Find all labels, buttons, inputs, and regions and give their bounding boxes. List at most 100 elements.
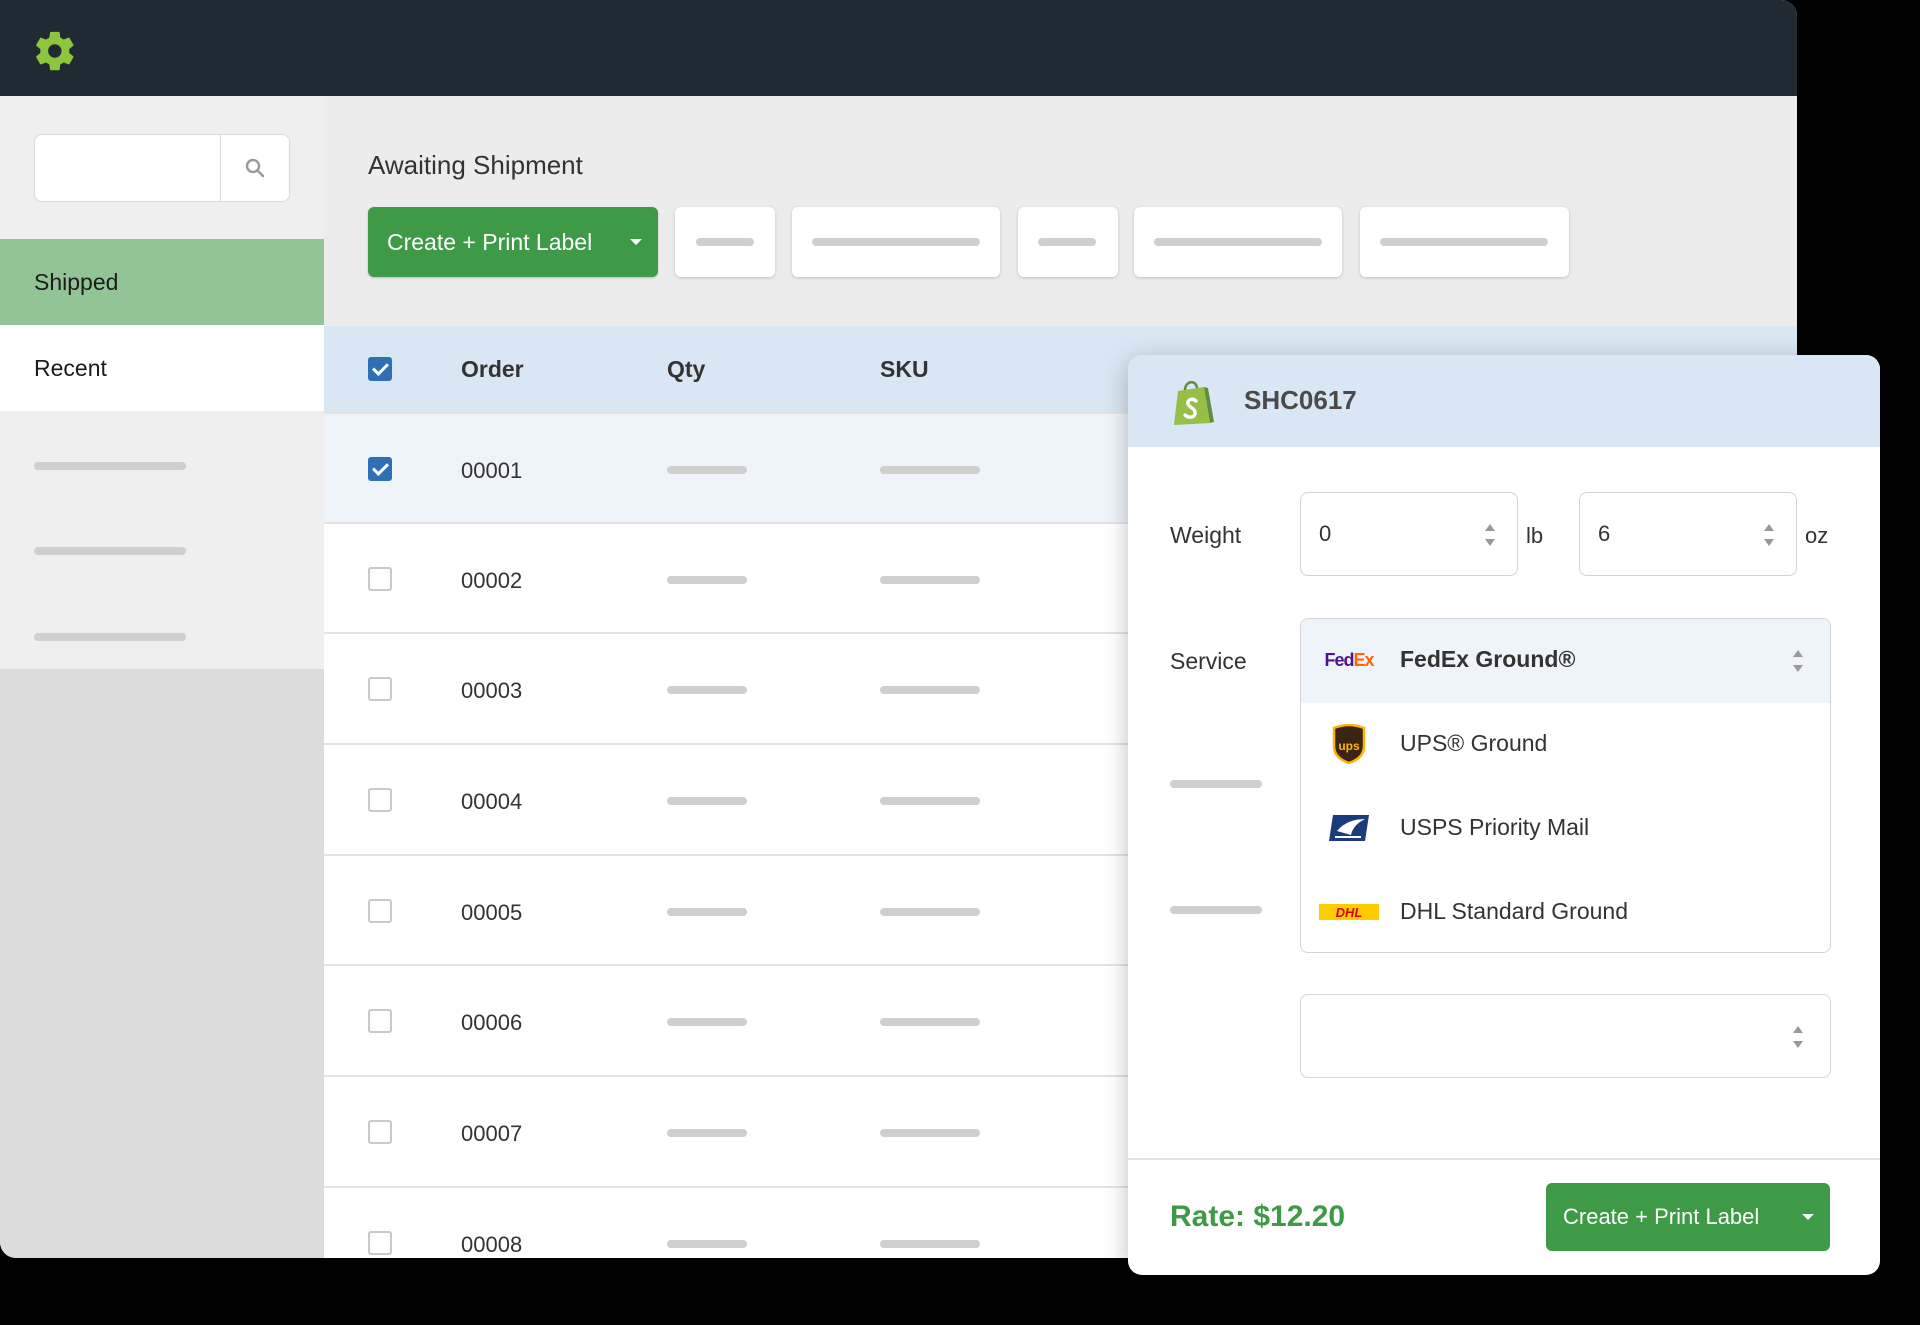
field-label-placeholder bbox=[1170, 780, 1262, 788]
qty-placeholder bbox=[667, 576, 747, 584]
search-input[interactable] bbox=[34, 134, 290, 202]
qty-placeholder bbox=[667, 686, 747, 694]
toolbar-button-placeholder bbox=[696, 238, 754, 246]
weight-lb-unit: lb bbox=[1526, 523, 1544, 548]
qty-placeholder bbox=[667, 908, 747, 916]
panel-header: SHC0617 bbox=[1128, 355, 1880, 447]
usps-logo bbox=[1319, 807, 1379, 849]
sku-placeholder bbox=[880, 466, 980, 474]
qty-placeholder bbox=[667, 466, 747, 474]
sku-placeholder bbox=[880, 1129, 980, 1137]
sku-placeholder bbox=[880, 908, 980, 916]
sku-placeholder bbox=[880, 797, 980, 805]
service-option-label: DHL Standard Ground bbox=[1400, 898, 1629, 924]
toolbar-button-placeholder bbox=[812, 238, 980, 246]
create-print-label-text: Create + Print Label bbox=[387, 228, 593, 255]
toolbar-button[interactable] bbox=[1018, 207, 1118, 277]
chevron-down-icon[interactable] bbox=[630, 239, 642, 245]
weight-oz-input[interactable]: 6 bbox=[1579, 492, 1797, 576]
shipment-panel: SHC0617 Weight 0 lb 6 oz Service FedEx F… bbox=[1128, 355, 1880, 1275]
sidebar-item-shipped[interactable]: Shipped bbox=[0, 239, 324, 325]
sidebar-item-label: Recent bbox=[34, 354, 107, 381]
toolbar-button-placeholder bbox=[1038, 238, 1096, 246]
select-all-checkbox[interactable] bbox=[368, 357, 392, 381]
order-number: 00004 bbox=[461, 789, 523, 814]
sidebar-item-label: Shipped bbox=[34, 268, 119, 295]
order-number: 00008 bbox=[461, 1232, 523, 1257]
sidebar-placeholder[interactable] bbox=[34, 547, 186, 555]
page-title: Awaiting Shipment bbox=[368, 150, 583, 180]
service-dropdown[interactable]: FedEx FedEx Ground® ups UPS® Ground USPS… bbox=[1300, 618, 1831, 953]
svg-text:ups: ups bbox=[1338, 739, 1360, 753]
dhl-logo: DHL bbox=[1319, 891, 1379, 933]
qty-placeholder bbox=[667, 1018, 747, 1026]
service-option-dhl[interactable]: DHL DHL Standard Ground bbox=[1301, 871, 1830, 952]
chevron-down-icon[interactable] bbox=[1802, 1214, 1814, 1220]
toolbar-button-placeholder bbox=[1154, 238, 1322, 246]
qty-placeholder bbox=[667, 1240, 747, 1248]
divider bbox=[1128, 1158, 1880, 1160]
order-number: 00007 bbox=[461, 1121, 523, 1146]
row-checkbox[interactable] bbox=[368, 899, 392, 923]
sku-placeholder bbox=[880, 686, 980, 694]
row-checkbox[interactable] bbox=[368, 788, 392, 812]
qty-placeholder bbox=[667, 1129, 747, 1137]
service-option-ups[interactable]: ups UPS® Ground bbox=[1301, 703, 1830, 787]
create-print-label-button[interactable]: Create + Print Label bbox=[368, 207, 658, 277]
empty-select-field[interactable] bbox=[1300, 994, 1831, 1078]
stepper-arrows-icon[interactable] bbox=[1484, 524, 1496, 546]
weight-oz-value: 6 bbox=[1598, 521, 1611, 546]
row-checkbox[interactable] bbox=[368, 1231, 392, 1255]
top-bar bbox=[0, 0, 1797, 96]
search-icon bbox=[245, 158, 265, 178]
order-number: 00003 bbox=[461, 678, 523, 703]
toolbar-button[interactable] bbox=[1134, 207, 1342, 277]
column-header-qty[interactable]: Qty bbox=[667, 356, 705, 383]
row-checkbox[interactable] bbox=[368, 567, 392, 591]
toolbar-button[interactable] bbox=[792, 207, 1000, 277]
toolbar-button[interactable] bbox=[675, 207, 775, 277]
service-label: Service bbox=[1170, 648, 1247, 674]
column-header-sku[interactable]: SKU bbox=[880, 356, 929, 383]
service-option-fedex[interactable]: FedEx FedEx Ground® bbox=[1301, 619, 1830, 703]
shopify-bag-icon bbox=[1174, 381, 1214, 425]
select-arrows-icon[interactable] bbox=[1792, 1026, 1804, 1048]
order-number: 00002 bbox=[461, 568, 523, 593]
service-option-label: FedEx Ground® bbox=[1400, 646, 1576, 672]
fedex-logo-ex: Ex bbox=[1353, 649, 1374, 670]
panel-title: SHC0617 bbox=[1244, 385, 1357, 415]
select-arrows-icon[interactable] bbox=[1792, 650, 1804, 672]
search-button[interactable] bbox=[220, 135, 289, 201]
service-option-usps[interactable]: USPS Priority Mail bbox=[1301, 787, 1830, 871]
sidebar-placeholder[interactable] bbox=[34, 462, 186, 470]
weight-lb-value: 0 bbox=[1319, 521, 1332, 546]
row-checkbox[interactable] bbox=[368, 1120, 392, 1144]
sidebar: Shipped Recent bbox=[0, 96, 324, 1258]
usps-eagle-icon bbox=[1329, 815, 1369, 841]
column-header-order[interactable]: Order bbox=[461, 356, 524, 383]
order-number: 00005 bbox=[461, 900, 523, 925]
panel-create-print-label-button[interactable]: Create + Print Label bbox=[1546, 1183, 1830, 1251]
fedex-logo-fed: Fed bbox=[1324, 649, 1354, 670]
weight-oz-unit: oz bbox=[1805, 523, 1829, 548]
weight-lb-input[interactable]: 0 bbox=[1300, 492, 1518, 576]
dhl-logo-text: DHL bbox=[1335, 904, 1363, 920]
gear-icon[interactable] bbox=[32, 28, 78, 74]
stepper-arrows-icon[interactable] bbox=[1763, 524, 1775, 546]
weight-label: Weight bbox=[1170, 522, 1242, 548]
fedex-logo: FedEx bbox=[1319, 639, 1379, 681]
order-number: 00006 bbox=[461, 1010, 523, 1035]
row-checkbox[interactable] bbox=[368, 457, 392, 481]
row-checkbox[interactable] bbox=[368, 677, 392, 701]
row-checkbox[interactable] bbox=[368, 1009, 392, 1033]
field-label-placeholder bbox=[1170, 906, 1262, 914]
toolbar-button-placeholder bbox=[1380, 238, 1548, 246]
service-option-label: USPS Priority Mail bbox=[1400, 814, 1590, 840]
sidebar-placeholder[interactable] bbox=[34, 633, 186, 641]
panel-create-print-label-text: Create + Print Label bbox=[1563, 1204, 1760, 1229]
sidebar-placeholder-items bbox=[0, 411, 324, 669]
toolbar-button[interactable] bbox=[1360, 207, 1569, 277]
ups-logo: ups bbox=[1319, 723, 1379, 765]
sidebar-item-recent[interactable]: Recent bbox=[0, 325, 324, 411]
sku-placeholder bbox=[880, 1240, 980, 1248]
